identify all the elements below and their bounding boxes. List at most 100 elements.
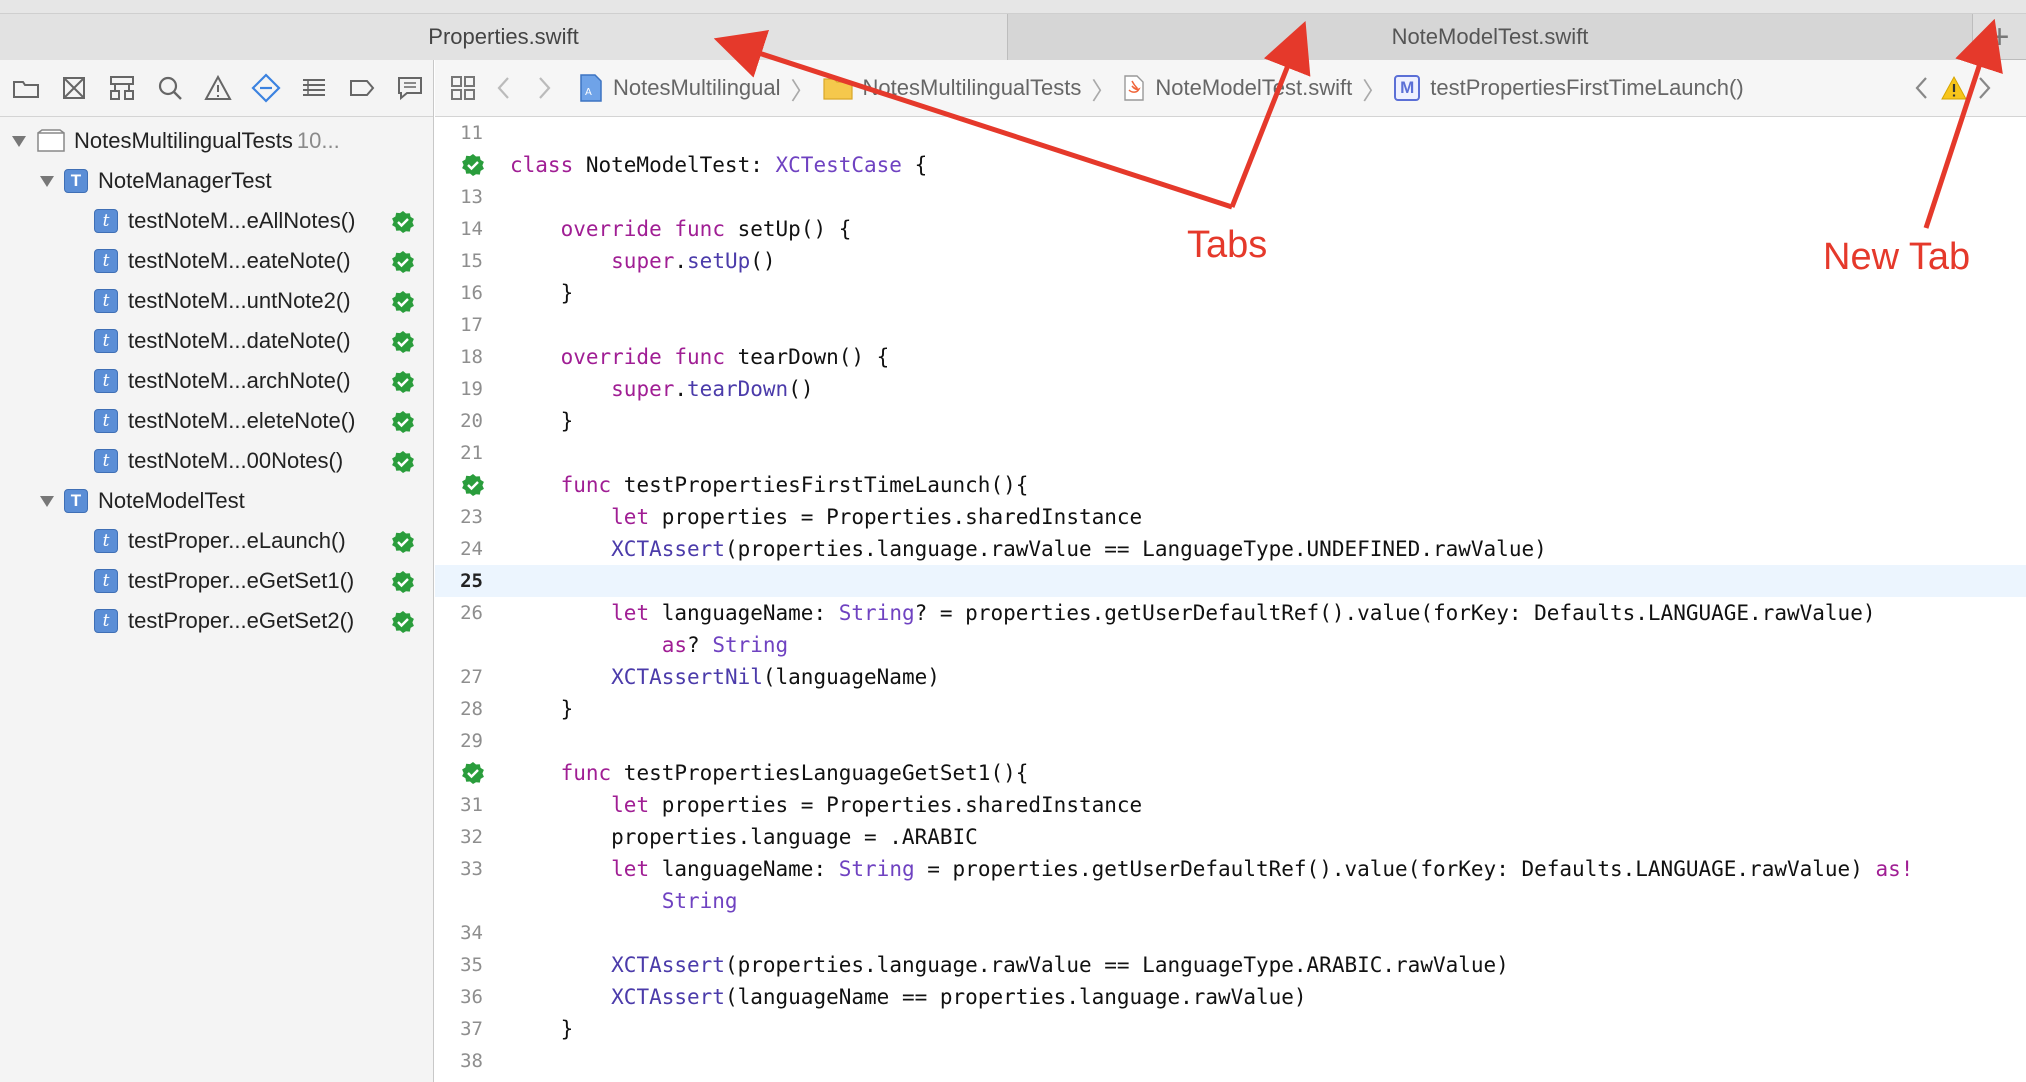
test-passed-icon[interactable] — [391, 570, 415, 594]
code-line[interactable]: 32 properties.language = .ARABIC — [435, 821, 2026, 853]
code-line[interactable]: 26 let languageName: String? = propertie… — [435, 597, 2026, 629]
hierarchy-icon[interactable] — [106, 72, 138, 104]
code-line[interactable]: 16 } — [435, 277, 2026, 309]
breadcrumb-folder[interactable]: NotesMultilingualTests — [822, 75, 1081, 101]
test-passed-icon[interactable] — [461, 153, 485, 177]
test-passed-icon[interactable] — [391, 210, 415, 234]
code-line[interactable]: 23 let properties = Properties.sharedIns… — [435, 501, 2026, 533]
code-line[interactable]: 25 — [435, 565, 2026, 597]
line-number[interactable]: 18 — [435, 341, 483, 373]
code-line[interactable]: String — [435, 885, 2026, 917]
search-icon[interactable] — [154, 72, 186, 104]
code-line[interactable]: 27 XCTAssertNil(languageName) — [435, 661, 2026, 693]
test-method-row[interactable]: t testNoteM...eateNote() — [0, 241, 433, 281]
test-passed-icon[interactable] — [391, 290, 415, 314]
code-line[interactable]: class NoteModelTest: XCTestCase { — [435, 149, 2026, 181]
test-passed-icon[interactable] — [461, 761, 485, 785]
code-line[interactable]: 37 } — [435, 1013, 2026, 1045]
warning-icon[interactable] — [202, 72, 234, 104]
line-number[interactable]: 38 — [435, 1045, 483, 1077]
line-number[interactable]: 29 — [435, 725, 483, 757]
code-line[interactable]: 19 super.tearDown() — [435, 373, 2026, 405]
test-method-row[interactable]: t testProper...eLaunch() — [0, 521, 433, 561]
test-method-row[interactable]: t testProper...eGetSet2() — [0, 601, 433, 641]
line-number[interactable]: 33 — [435, 853, 483, 885]
test-passed-icon[interactable] — [391, 450, 415, 474]
report-icon[interactable] — [394, 72, 426, 104]
breakpoint-icon[interactable] — [346, 72, 378, 104]
test-passed-icon[interactable] — [391, 330, 415, 354]
test-class-notemanagertest[interactable]: T NoteManagerTest — [0, 161, 433, 201]
test-method-row[interactable]: t testProper...eGetSet1() — [0, 561, 433, 601]
previous-issue-chevron-icon[interactable] — [1913, 74, 1931, 102]
line-number[interactable]: 11 — [435, 117, 483, 149]
line-number[interactable]: 14 — [435, 213, 483, 245]
line-number[interactable]: 37 — [435, 1013, 483, 1045]
code-line[interactable]: func testPropertiesLanguageGetSet1(){ — [435, 757, 2026, 789]
code-line[interactable]: 34 — [435, 917, 2026, 949]
code-line[interactable]: 38 — [435, 1045, 2026, 1077]
code-line[interactable]: 13 — [435, 181, 2026, 213]
code-line[interactable]: 20 } — [435, 405, 2026, 437]
line-number[interactable]: 17 — [435, 309, 483, 341]
code-line[interactable]: 11 — [435, 117, 2026, 149]
line-number[interactable]: 24 — [435, 533, 483, 565]
test-passed-icon[interactable] — [391, 530, 415, 554]
breadcrumb-project[interactable]: A NotesMultilingual — [579, 73, 781, 103]
code-line[interactable]: 21 — [435, 437, 2026, 469]
new-tab-button[interactable]: + — [1973, 14, 2026, 60]
test-diamond-icon[interactable] — [250, 72, 282, 104]
test-method-row[interactable]: t testNoteM...dateNote() — [0, 321, 433, 361]
breadcrumb-file[interactable]: NoteModelTest.swift — [1123, 74, 1352, 102]
test-method-row[interactable]: t testNoteM...archNote() — [0, 361, 433, 401]
line-number[interactable]: 34 — [435, 917, 483, 949]
folder-icon[interactable] — [10, 72, 42, 104]
code-line[interactable]: 24 XCTAssert(properties.language.rawValu… — [435, 533, 2026, 565]
test-passed-icon[interactable] — [391, 410, 415, 434]
code-line[interactable]: 28 } — [435, 693, 2026, 725]
code-line[interactable]: 33 let languageName: String = properties… — [435, 853, 2026, 885]
disclosure-triangle-icon[interactable] — [38, 172, 56, 190]
line-number[interactable]: 20 — [435, 405, 483, 437]
code-line[interactable]: func testPropertiesFirstTimeLaunch(){ — [435, 469, 2026, 501]
line-number[interactable]: 35 — [435, 949, 483, 981]
disclosure-triangle-icon[interactable] — [38, 492, 56, 510]
back-chevron-icon[interactable] — [495, 74, 513, 102]
test-passed-icon[interactable] — [391, 250, 415, 274]
line-number[interactable]: 23 — [435, 501, 483, 533]
line-number[interactable]: 16 — [435, 277, 483, 309]
line-number[interactable]: 25 — [435, 565, 483, 597]
line-number[interactable]: 19 — [435, 373, 483, 405]
code-line[interactable]: 31 let properties = Properties.sharedIns… — [435, 789, 2026, 821]
line-number[interactable]: 32 — [435, 821, 483, 853]
line-number[interactable]: 26 — [435, 597, 483, 629]
test-method-row[interactable]: t testNoteM...00Notes() — [0, 441, 433, 481]
disclosure-triangle-icon[interactable] — [10, 132, 28, 150]
breadcrumb-method[interactable]: M testPropertiesFirstTimeLaunch() — [1394, 75, 1744, 101]
code-line[interactable]: 29 — [435, 725, 2026, 757]
line-number[interactable]: 36 — [435, 981, 483, 1013]
source-control-icon[interactable] — [58, 72, 90, 104]
forward-chevron-icon[interactable] — [535, 74, 553, 102]
warning-icon[interactable] — [1941, 75, 1967, 101]
code-line[interactable]: as? String — [435, 629, 2026, 661]
line-number[interactable]: 21 — [435, 437, 483, 469]
related-items-icon[interactable] — [449, 74, 477, 102]
tab-properties-swift[interactable]: Properties.swift — [0, 14, 1008, 60]
line-number[interactable]: 27 — [435, 661, 483, 693]
test-passed-icon[interactable] — [391, 370, 415, 394]
code-line[interactable]: 17 — [435, 309, 2026, 341]
line-number[interactable]: 15 — [435, 245, 483, 277]
code-line[interactable]: 35 XCTAssert(properties.language.rawValu… — [435, 949, 2026, 981]
line-number[interactable]: 31 — [435, 789, 483, 821]
tree-root-notesmultilingualtests[interactable]: NotesMultilingualTests 10... — [0, 121, 433, 161]
tab-notemodeltest-swift[interactable]: NoteModelTest.swift — [1008, 14, 1973, 60]
line-number[interactable]: 13 — [435, 181, 483, 213]
test-method-row[interactable]: t testNoteM...eleteNote() — [0, 401, 433, 441]
line-number[interactable]: 28 — [435, 693, 483, 725]
test-passed-icon[interactable] — [391, 610, 415, 634]
list-icon[interactable] — [298, 72, 330, 104]
code-line[interactable]: 36 XCTAssert(languageName == properties.… — [435, 981, 2026, 1013]
test-method-row[interactable]: t testNoteM...eAllNotes() — [0, 201, 433, 241]
test-passed-icon[interactable] — [461, 473, 485, 497]
